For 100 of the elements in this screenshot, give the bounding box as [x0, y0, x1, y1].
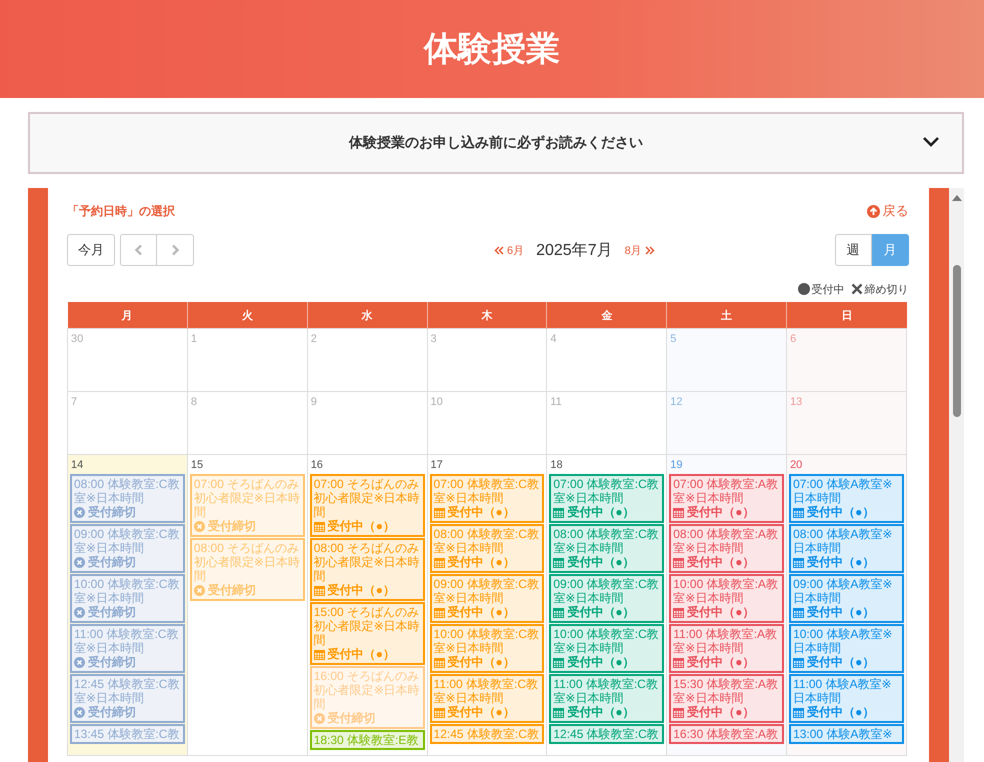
- event-title: 13:45 体験教室:C教: [74, 727, 180, 741]
- day-number: 8: [190, 396, 198, 408]
- event-title: 11:00 体験教室:C教室※日本時間: [434, 677, 540, 705]
- day-number: 10: [430, 396, 444, 408]
- next-month-link[interactable]: 8月: [624, 242, 655, 258]
- notice-accordion[interactable]: 体験授業のお申し込み前に必ずお読みください: [28, 112, 964, 174]
- scrollbar[interactable]: [948, 188, 964, 762]
- next-button[interactable]: [157, 234, 194, 266]
- event-status: 受付締切: [88, 605, 136, 620]
- event-slot[interactable]: 13:00 体験A教室※: [789, 724, 904, 744]
- scrollbar-thumb[interactable]: [952, 265, 961, 417]
- event-status: 受付中（●）: [807, 655, 874, 670]
- event-slot[interactable]: 12:45 体験教室:C教: [430, 724, 544, 744]
- event-title: 08:00 体験教室:C教室※日本時間: [553, 527, 660, 555]
- day-number: 17: [430, 459, 444, 471]
- event-status: 受付中（●）: [448, 655, 515, 670]
- event-title: 07:00 そろばんのみ初心者限定※日本時間: [194, 477, 301, 519]
- event-slot[interactable]: 08:00 体験教室:C教室※日本時間 受付中（●）: [549, 524, 664, 573]
- event-status: 受付中（●）: [567, 655, 635, 670]
- event-title: 07:00 体験教室:A教室※日本時間: [673, 477, 779, 505]
- x-circle-icon: [74, 507, 85, 518]
- event-slot[interactable]: 11:00 体験教室:C教室※日本時間 受付中（●）: [430, 674, 544, 723]
- event-title: 09:00 体験教室:C教室※日本時間: [434, 577, 540, 605]
- event-slot[interactable]: 07:00 そろばんのみ初心者限定※日本時間 受付締切: [190, 474, 305, 537]
- event-title: 07:00 体験A教室※日本時間: [793, 477, 894, 505]
- event-status: 受付締切: [88, 705, 136, 720]
- event-status: 受付中（●）: [807, 605, 874, 620]
- event-status: 受付中（●）: [448, 555, 515, 570]
- event-slot[interactable]: 10:00 体験教室:A教室※日本時間 受付中（●）: [669, 574, 784, 623]
- event-slot[interactable]: 11:00 体験教室:C教室※日本時間 受付中（●）: [549, 674, 664, 723]
- event-status: 受付中（●）: [687, 605, 754, 620]
- event-title: 10:00 体験教室:C教室※日本時間: [434, 627, 540, 655]
- event-slot[interactable]: 07:00 そろばんのみ初心者限定※日本時間 受付中（●）: [310, 474, 425, 537]
- event-slot[interactable]: 08:00 体験教室:C教室※日本時間 受付中（●）: [430, 524, 544, 573]
- event-slot[interactable]: 11:00 体験教室:C教室※日本時間 受付締切: [70, 624, 185, 673]
- x-circle-icon: [74, 657, 85, 668]
- view-tab[interactable]: 週: [834, 234, 872, 266]
- event-slot[interactable]: 09:00 体験A教室※日本時間 受付中（●）: [789, 574, 904, 623]
- event-slot[interactable]: 11:00 体験A教室※日本時間 受付中（●）: [789, 674, 904, 723]
- event-slot[interactable]: 13:45 体験教室:C教: [70, 724, 185, 744]
- day-number: 20: [790, 459, 804, 471]
- event-status: 受付中（●）: [687, 555, 754, 570]
- event-title: 07:00 体験教室:C教室※日本時間: [553, 477, 660, 505]
- event-slot[interactable]: 16:00 そろばんのみ初心者限定※日本時間 受付締切: [310, 666, 425, 729]
- event-slot[interactable]: 12:45 体験教室:C教室※日本時間 受付締切: [70, 674, 185, 723]
- event-status: 受付中（●）: [687, 505, 754, 520]
- view-tab[interactable]: 月: [872, 234, 909, 266]
- event-slot[interactable]: 07:00 体験教室:A教室※日本時間 受付中（●）: [669, 474, 784, 523]
- event-status: 受付中（●）: [567, 705, 635, 720]
- chevron-left-icon: [134, 244, 143, 256]
- event-slot[interactable]: 15:00 そろばんのみ初心者限定※日本時間 受付中（●）: [310, 602, 425, 665]
- event-slot[interactable]: 12:45 体験教室:C教: [549, 724, 664, 744]
- x-circle-icon: [74, 557, 85, 568]
- event-slot[interactable]: 10:00 体験A教室※日本時間 受付中（●）: [789, 624, 904, 673]
- calendar-icon: [434, 607, 445, 618]
- day-number: 30: [71, 333, 84, 345]
- event-slot[interactable]: 15:30 体験教室:A教室※日本時間 受付中（●）: [669, 674, 784, 723]
- event-slot[interactable]: 10:00 体験教室:C教室※日本時間 受付中（●）: [549, 624, 664, 673]
- event-slot[interactable]: 10:00 体験教室:C教室※日本時間 受付中（●）: [430, 624, 544, 673]
- previous-month-link[interactable]: 6月: [494, 242, 524, 258]
- event-slot[interactable]: 09:00 体験教室:C教室※日本時間 受付中（●）: [549, 574, 664, 623]
- chevron-right-icon: [170, 244, 180, 256]
- day-number: 3: [430, 333, 438, 345]
- event-slot[interactable]: 08:00 体験教室:C教室※日本時間 受付締切: [70, 474, 185, 523]
- previous-button[interactable]: [120, 234, 157, 266]
- event-status: 受付中（●）: [567, 505, 635, 520]
- scroll-up-arrow-icon[interactable]: [952, 194, 962, 201]
- event-slot[interactable]: 07:00 体験教室:C教室※日本時間 受付中（●）: [549, 474, 664, 523]
- legend-label: 締め切り: [864, 282, 909, 296]
- legend-label: 受付中: [812, 282, 845, 296]
- event-slot[interactable]: 09:00 体験教室:C教室※日本時間 受付締切: [70, 524, 185, 573]
- calendar-icon: [553, 557, 564, 568]
- event-slot[interactable]: 09:00 体験教室:C教室※日本時間 受付中（●）: [430, 574, 544, 623]
- event-slot[interactable]: 07:00 体験A教室※日本時間 受付中（●）: [789, 474, 904, 523]
- event-slot[interactable]: 10:00 体験教室:C教室※日本時間 受付締切: [70, 574, 185, 623]
- back-link[interactable]: 戻る: [866, 202, 909, 220]
- event-slot[interactable]: 07:00 体験教室:C教室※日本時間 受付中（●）: [430, 474, 544, 523]
- day-number: 6: [790, 333, 798, 345]
- event-slot[interactable]: 16:30 体験教室:A教: [669, 724, 784, 744]
- event-title: 08:00 体験教室:A教室※日本時間: [673, 527, 779, 555]
- calendar-icon: [314, 585, 325, 596]
- event-slot[interactable]: 11:00 体験教室:A教室※日本時間 受付中（●）: [669, 624, 784, 673]
- weekday-header: 木: [427, 302, 547, 328]
- day-number: 7: [71, 396, 78, 408]
- event-slot[interactable]: 18:30 体験教室:E教: [310, 730, 425, 750]
- event-status: 受付締切: [208, 583, 256, 598]
- event-slot[interactable]: 08:00 そろばんのみ初心者限定※日本時間 受付中（●）: [310, 538, 425, 601]
- event-slot[interactable]: 08:00 そろばんのみ初心者限定※日本時間 受付締切: [190, 538, 305, 601]
- calendar-icon: [793, 507, 804, 518]
- x-circle-icon: [314, 713, 325, 724]
- section-title: 「予約日時」の選択: [67, 202, 175, 220]
- event-slot[interactable]: 08:00 体験A教室※日本時間 受付中（●）: [789, 524, 904, 573]
- calendar-icon: [673, 607, 684, 618]
- this-month-button[interactable]: 今月: [67, 234, 115, 266]
- event-status: 受付締切: [88, 505, 136, 520]
- calendar-icon: [434, 657, 445, 668]
- event-status: 受付締切: [88, 655, 136, 670]
- x-circle-icon: [74, 707, 85, 718]
- event-status: 受付締切: [328, 711, 376, 726]
- event-slot[interactable]: 08:00 体験教室:A教室※日本時間 受付中（●）: [669, 524, 784, 573]
